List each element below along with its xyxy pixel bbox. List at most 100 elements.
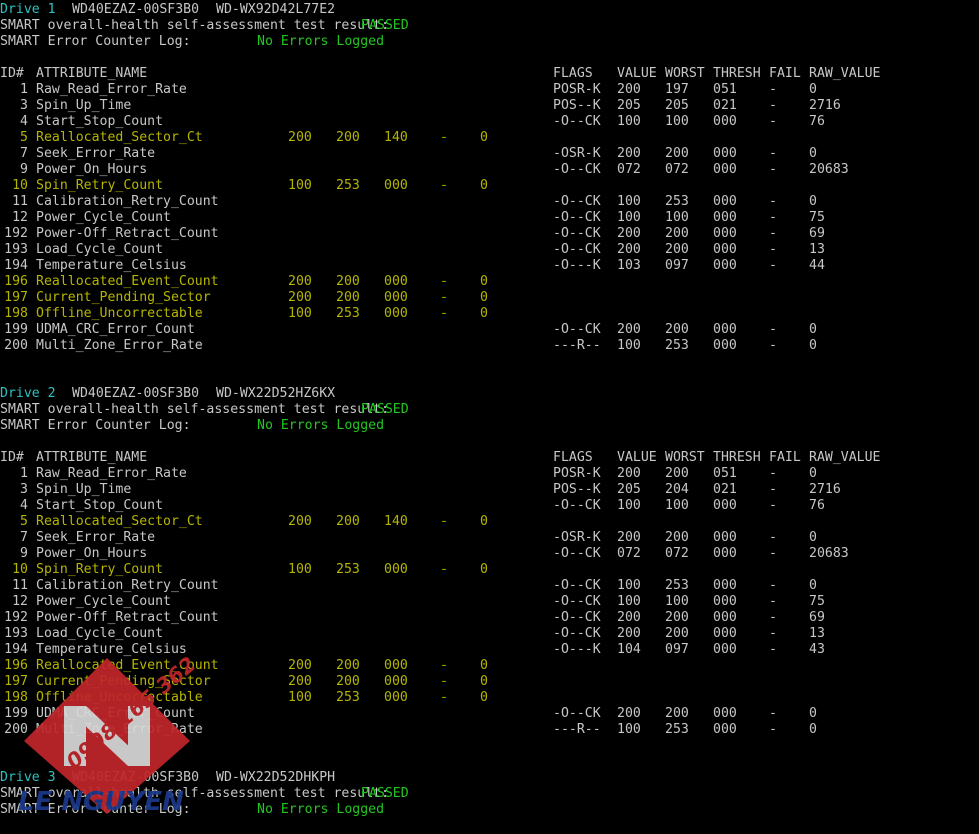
attribute-id: 9: [20, 546, 28, 561]
attribute-row: 197 Current_Pending_Sector 200 200 000 - 0: [0, 674, 979, 690]
attribute-value: 200: [288, 130, 312, 145]
attribute-worst: 097: [665, 258, 689, 273]
attribute-thresh: 000: [713, 338, 737, 353]
attribute-value: 100: [617, 210, 641, 225]
attribute-row: 194 Temperature_Celsius -O---K 103 097 000 - 44: [0, 258, 979, 274]
attribute-value: 200: [617, 322, 641, 337]
attribute-thresh: 000: [713, 610, 737, 625]
attribute-raw-value: 44: [809, 258, 825, 273]
header-flags: FLAGS: [553, 66, 593, 81]
attribute-id: 11: [12, 194, 28, 209]
attribute-id: 196: [4, 274, 28, 289]
health-status-badge: PASSED: [361, 18, 409, 33]
attribute-thresh: 000: [713, 578, 737, 593]
attribute-value: 200: [617, 242, 641, 257]
attribute-thresh: 140: [384, 130, 408, 145]
attribute-flags: POSR-K: [553, 82, 601, 97]
attribute-id: 196: [4, 658, 28, 673]
attribute-flags: -O--CK: [553, 578, 601, 593]
attribute-value: 200: [617, 146, 641, 161]
attribute-id: 5: [20, 514, 28, 529]
attribute-id: 200: [4, 722, 28, 737]
attribute-raw-value: 0: [809, 146, 817, 161]
attribute-worst: 072: [665, 162, 689, 177]
attribute-row: 1 Raw_Read_Error_Rate POSR-K 200 197 051 - 0: [0, 82, 979, 98]
attribute-fail: -: [440, 130, 448, 145]
attribute-value: 103: [617, 258, 641, 273]
attribute-fail: -: [769, 82, 777, 97]
attribute-raw-value: 0: [480, 306, 488, 321]
attribute-value: 100: [617, 194, 641, 209]
attribute-thresh: 000: [713, 546, 737, 561]
attribute-thresh: 000: [384, 658, 408, 673]
attribute-raw-value: 69: [809, 610, 825, 625]
attribute-fail: -: [769, 578, 777, 593]
drive-label: Drive 2: [0, 386, 56, 401]
attribute-id: 10: [12, 178, 28, 193]
attribute-value: 100: [617, 578, 641, 593]
health-label: SMART overall-health self-assessment tes…: [0, 786, 397, 801]
attribute-id: 12: [12, 210, 28, 225]
attribute-id: 4: [20, 114, 28, 129]
attribute-value: 104: [617, 642, 641, 657]
header-id: ID#: [0, 450, 24, 465]
attribute-worst: 200: [665, 322, 689, 337]
attribute-value: 200: [617, 610, 641, 625]
attribute-fail: -: [440, 514, 448, 529]
attribute-worst: 100: [665, 210, 689, 225]
attribute-value: 100: [617, 722, 641, 737]
attribute-fail: -: [769, 98, 777, 113]
attribute-fail: -: [769, 226, 777, 241]
attribute-flags: POS--K: [553, 98, 601, 113]
attribute-worst: 253: [336, 178, 360, 193]
attribute-name: Current_Pending_Sector: [36, 674, 211, 689]
attribute-thresh: 051: [713, 466, 737, 481]
attribute-raw-value: 0: [480, 130, 488, 145]
header-value: VALUE: [617, 450, 657, 465]
attribute-thresh: 000: [384, 562, 408, 577]
attribute-name: Load_Cycle_Count: [36, 626, 164, 641]
attribute-fail: -: [769, 146, 777, 161]
attribute-thresh: 000: [384, 306, 408, 321]
drive-label: Drive 3: [0, 770, 56, 785]
attribute-row: 200 Multi_Zone_Error_Rate ---R-- 100 253 000 -…: [0, 722, 979, 738]
attribute-worst: 253: [665, 578, 689, 593]
attribute-name: Seek_Error_Rate: [36, 530, 156, 545]
drive-model: WD40EZAZ-00SF3B0: [72, 386, 200, 401]
attribute-id: 197: [4, 674, 28, 689]
attribute-row: 1 Raw_Read_Error_Rate POSR-K 200 200 051 - 0: [0, 466, 979, 482]
attribute-worst: 072: [665, 546, 689, 561]
attribute-thresh: 000: [713, 498, 737, 513]
attribute-fail: -: [769, 194, 777, 209]
attribute-worst: 253: [665, 722, 689, 737]
attribute-worst: 200: [665, 626, 689, 641]
attribute-raw-value: 0: [480, 514, 488, 529]
attribute-row: 193 Load_Cycle_Count -O--CK 200 200 000 - 13: [0, 626, 979, 642]
attribute-fail: -: [769, 626, 777, 641]
attribute-value: 200: [288, 274, 312, 289]
attribute-row: 9 Power_On_Hours -O--CK 072 072 000 - 20683: [0, 546, 979, 562]
attribute-flags: -OSR-K: [553, 530, 601, 545]
attribute-name: UDMA_CRC_Error_Count: [36, 706, 195, 721]
attribute-name: Multi_Zone_Error_Rate: [36, 722, 203, 737]
attribute-table-header: ID# ATTRIBUTE_NAME FLAGS VALUE WORST THRESH FA…: [0, 450, 979, 466]
attribute-fail: -: [440, 178, 448, 193]
attribute-thresh: 000: [713, 706, 737, 721]
attribute-value: 200: [288, 674, 312, 689]
attribute-thresh: 000: [713, 114, 737, 129]
attribute-name: Offline_Uncorrectable: [36, 690, 203, 705]
attribute-raw-value: 0: [480, 658, 488, 673]
attribute-value: 200: [617, 466, 641, 481]
attribute-name: Load_Cycle_Count: [36, 242, 164, 257]
attribute-row: 193 Load_Cycle_Count -O--CK 200 200 000 - 13: [0, 242, 979, 258]
attribute-row: 12 Power_Cycle_Count -O--CK 100 100 000 - 75: [0, 210, 979, 226]
attribute-id: 11: [12, 578, 28, 593]
attribute-name: Power-Off_Retract_Count: [36, 610, 219, 625]
header-thresh: THRESH: [713, 450, 761, 465]
attribute-flags: -O---K: [553, 642, 601, 657]
attribute-id: 193: [4, 242, 28, 257]
attribute-name: Raw_Read_Error_Rate: [36, 466, 187, 481]
